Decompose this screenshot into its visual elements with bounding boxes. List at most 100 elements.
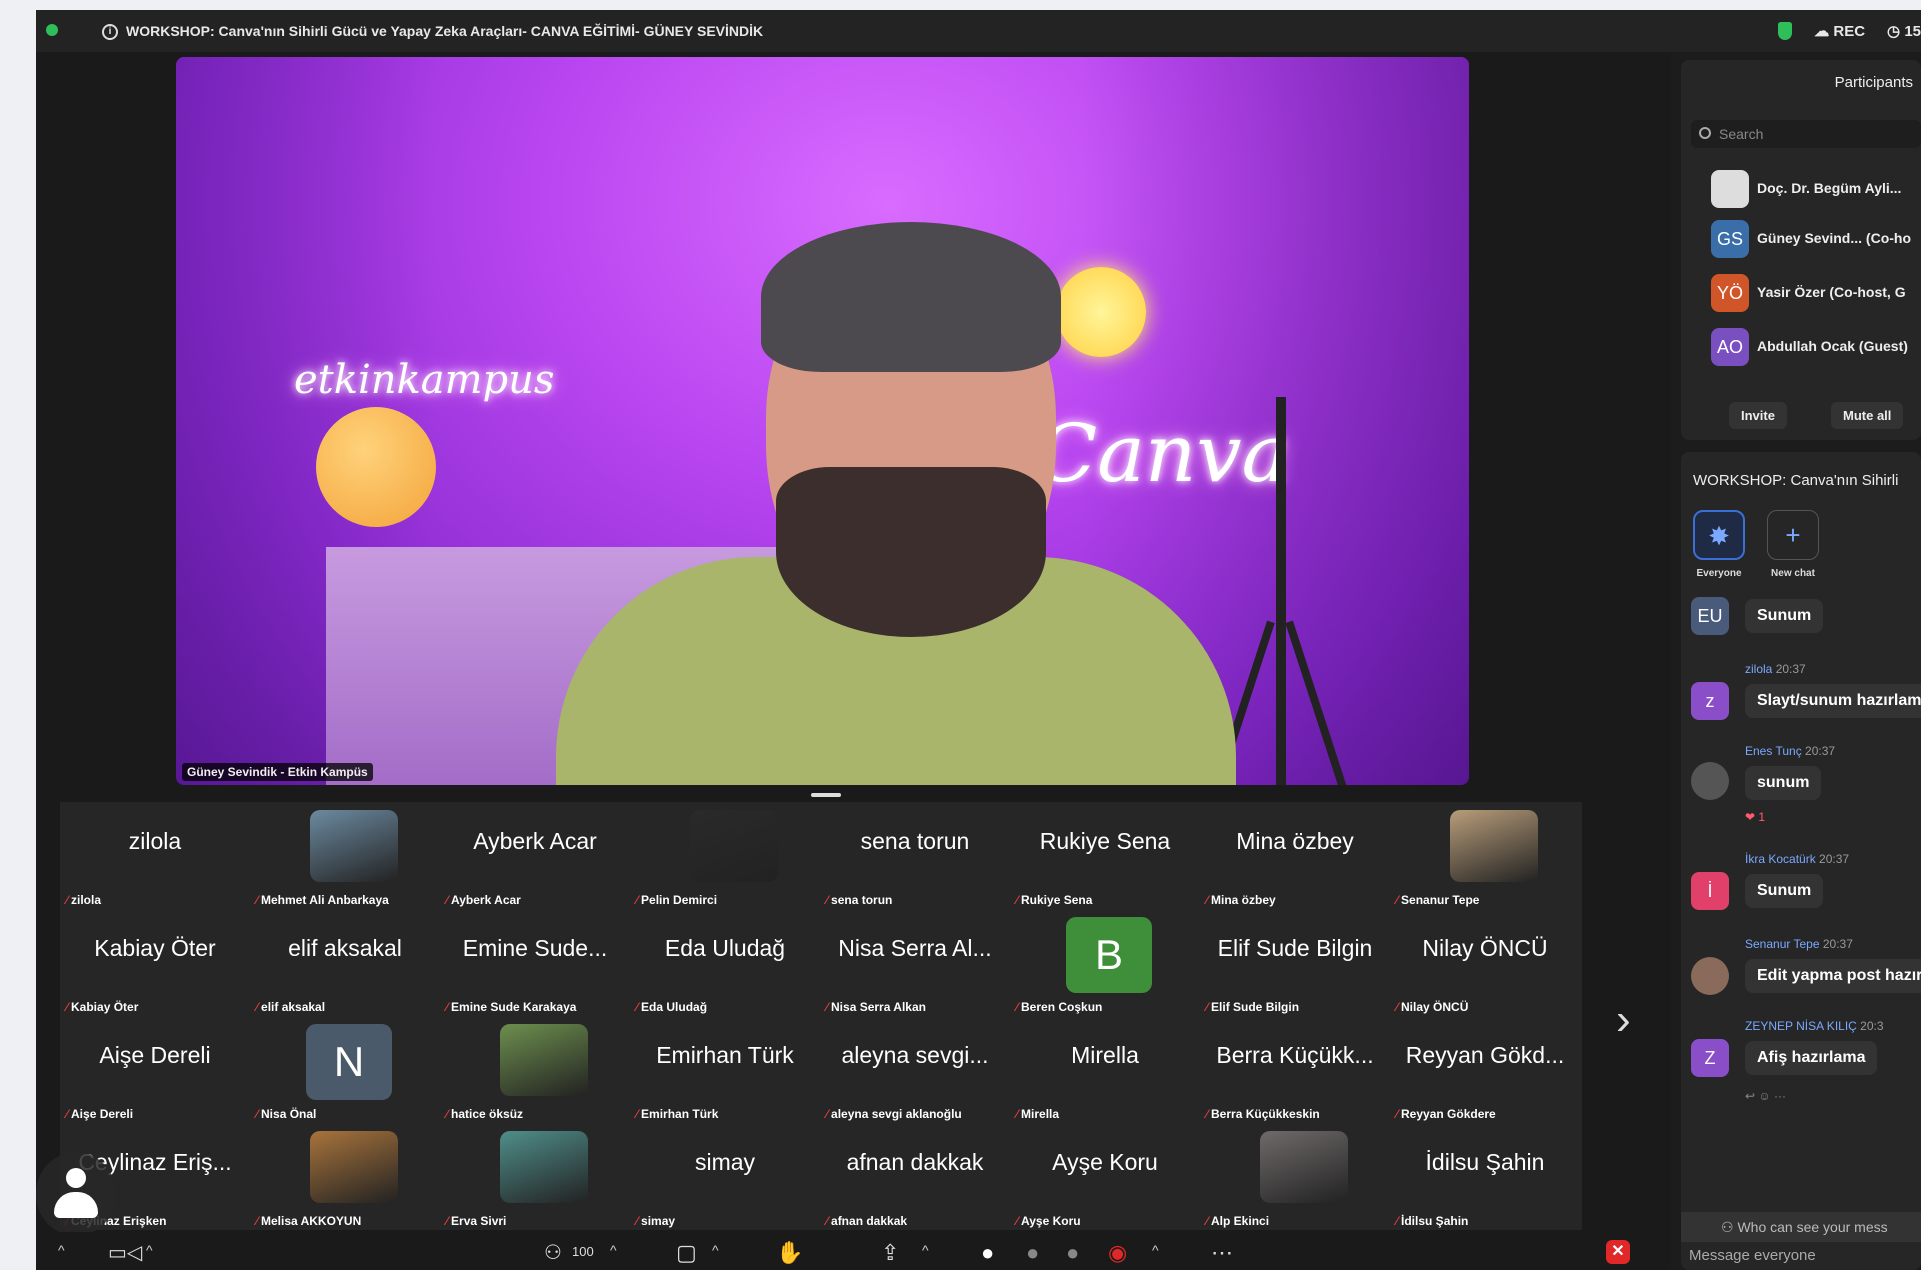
participant-tile[interactable]: Eda Uludağ ⁄ Eda Uludağ <box>630 913 820 1020</box>
participant-tile[interactable]: Emine Sude... ⁄ Emine Sude Karakaya <box>440 913 630 1020</box>
participant-tile[interactable]: B ⁄ Beren Coşkun <box>1010 913 1200 1020</box>
participant-tile[interactable]: Ayşe Koru ⁄ Ayşe Koru <box>1010 1127 1200 1234</box>
tile-name-label: ⁄ aleyna sevgi aklanoğlu <box>826 1107 962 1121</box>
user-body-shape <box>54 1192 98 1218</box>
message-actions[interactable]: ↩ ☺ ··· <box>1745 1089 1786 1103</box>
participant-tile[interactable]: ⁄ Pelin Demirci <box>630 806 820 913</box>
muted-mic-icon: ⁄ <box>256 1214 259 1228</box>
chat-message-input[interactable]: Message everyone <box>1689 1247 1816 1264</box>
apps-icon[interactable]: ● <box>1026 1240 1039 1266</box>
participant-tile[interactable]: N ⁄ Nisa Önal <box>250 1020 440 1127</box>
neon-sign-etkinkampus: etkinkampus <box>294 357 555 403</box>
participant-tile[interactable]: Berra Küçükk... ⁄ Berra Küçükkeskin <box>1200 1020 1390 1127</box>
tile-letter-avatar: B <box>1066 917 1152 993</box>
invite-button[interactable]: Invite <box>1729 402 1787 429</box>
active-speaker-video[interactable]: etkinkampus Canva Güney Sevindik - Etkin… <box>176 57 1469 785</box>
participant-tile[interactable]: afnan dakkak ⁄ afnan dakkak <box>820 1127 1010 1234</box>
next-page-arrow-icon[interactable]: › <box>1616 995 1631 1045</box>
participant-tile[interactable]: ⁄ Mehmet Ali Anbarkaya <box>250 806 440 913</box>
message-text: sunum <box>1745 766 1822 800</box>
chevron-up-icon[interactable]: ^ <box>1152 1242 1159 1258</box>
new-chat-button[interactable]: + <box>1767 510 1819 560</box>
participant-row[interactable]: YÖ Yasir Özer (Co-host, G <box>1691 264 1921 314</box>
tile-profile-photo <box>1260 1131 1348 1203</box>
participant-tile[interactable]: Reyyan Gökd... ⁄ Reyyan Gökdere <box>1390 1020 1580 1127</box>
participant-tile[interactable]: zilola ⁄ zilola <box>60 806 250 913</box>
tile-name-label: ⁄ Mina özbey <box>1206 893 1276 907</box>
muted-mic-icon: ⁄ <box>1206 1214 1209 1228</box>
participant-tile[interactable]: Elif Sude Bilgin ⁄ Elif Sude Bilgin <box>1200 913 1390 1020</box>
reaction-badge[interactable]: ❤ 1 <box>1745 810 1765 824</box>
participant-tile[interactable]: İdilsu Şahin ⁄ İdilsu Şahin <box>1390 1127 1580 1234</box>
self-view-avatar[interactable] <box>36 1152 116 1236</box>
recording-indicator[interactable]: ☁ REC <box>1814 22 1865 40</box>
chat-icon[interactable]: ▢ <box>676 1240 697 1266</box>
chevron-up-icon[interactable]: ^ <box>610 1242 617 1258</box>
record-icon[interactable]: ◉ <box>1108 1240 1127 1266</box>
tile-sub-name: Emirhan Türk <box>641 1107 719 1121</box>
chat-message: ZEYNEP NİSA KILIÇ 20:3 Z Afiş hazırlama … <box>1681 1019 1921 1119</box>
tile-profile-photo <box>500 1131 588 1203</box>
paw-icon: ✸ <box>1708 521 1730 551</box>
participant-tile[interactable]: simay ⁄ simay <box>630 1127 820 1234</box>
raise-hand-icon[interactable]: ✋ <box>776 1240 803 1266</box>
resize-handle[interactable] <box>811 793 841 797</box>
participants-search-input[interactable]: Search <box>1691 120 1921 148</box>
chevron-up-icon[interactable]: ^ <box>922 1242 929 1258</box>
emoji-icon[interactable]: ☺ <box>1758 1089 1770 1103</box>
participant-tile[interactable]: ⁄ Erva Sivri <box>440 1127 630 1234</box>
participant-tile[interactable]: Nisa Serra Al... ⁄ Nisa Serra Alkan <box>820 913 1010 1020</box>
message-text: Sunum <box>1745 599 1824 633</box>
participant-tile[interactable]: Ayberk Acar ⁄ Ayberk Acar <box>440 806 630 913</box>
muted-mic-icon: ⁄ <box>826 1107 829 1121</box>
tile-name-label: ⁄ Nisa Önal <box>256 1107 316 1121</box>
tile-sub-name: Melisa AKKOYUN <box>261 1214 362 1228</box>
tile-sub-name: Kabiay Öter <box>71 1000 139 1014</box>
participant-tile[interactable]: aleyna sevgi... ⁄ aleyna sevgi aklanoğlu <box>820 1020 1010 1127</box>
chevron-up-icon[interactable]: ^ <box>146 1242 153 1258</box>
message-time: 20:3 <box>1860 1019 1884 1033</box>
tile-sub-name: Berra Küçükkeskin <box>1211 1107 1320 1121</box>
participant-tile[interactable]: Mina özbey ⁄ Mina özbey <box>1200 806 1390 913</box>
end-meeting-button[interactable]: ✕ <box>1606 1240 1630 1264</box>
participant-row[interactable]: AO Abdullah Ocak (Guest) <box>1691 318 1921 368</box>
reactions-icon[interactable]: ● <box>981 1240 994 1266</box>
share-screen-icon[interactable]: ⇪ <box>881 1240 899 1266</box>
more-icon[interactable]: ··· <box>1774 1089 1786 1103</box>
video-camera-icon[interactable]: ▭◁ <box>108 1240 142 1265</box>
whiteboard-icon[interactable]: ● <box>1066 1240 1079 1266</box>
chevron-up-icon[interactable]: ^ <box>712 1242 719 1258</box>
participants-icon[interactable]: ⚇ <box>544 1240 562 1265</box>
participant-tile[interactable]: ⁄ Senanur Tepe <box>1390 806 1580 913</box>
participant-tile[interactable]: ⁄ Alp Ekinci <box>1200 1127 1390 1234</box>
participant-row[interactable]: Doç. Dr. Begüm Ayli... <box>1691 160 1921 210</box>
message-sender: Enes Tunç <box>1745 744 1802 758</box>
muted-mic-icon: ⁄ <box>1206 893 1209 907</box>
meeting-title: i WORKSHOP: Canva'nın Sihirli Gücü ve Yap… <box>102 10 763 52</box>
reply-icon[interactable]: ↩ <box>1745 1089 1755 1103</box>
participant-tile[interactable]: Kabiay Öter ⁄ Kabiay Öter <box>60 913 250 1020</box>
window-control-dot[interactable] <box>46 24 58 36</box>
participant-row[interactable]: GS Güney Sevind... (Co-ho <box>1691 210 1921 260</box>
chat-message: Enes Tunç 20:37 sunum ❤ 1 <box>1681 744 1921 844</box>
message-avatar: İ <box>1691 872 1729 910</box>
participant-tile[interactable]: Emirhan Türk ⁄ Emirhan Türk <box>630 1020 820 1127</box>
participant-tile[interactable]: Rukiye Sena ⁄ Rukiye Sena <box>1010 806 1200 913</box>
security-shield-icon[interactable] <box>1778 22 1793 40</box>
chat-everyone-tab[interactable]: ✸ <box>1693 510 1745 560</box>
more-options-icon[interactable]: ⋯ <box>1211 1240 1233 1266</box>
info-icon[interactable]: i <box>102 24 118 41</box>
who-can-see-banner[interactable]: ⚇ Who can see your mess <box>1681 1212 1921 1242</box>
participant-tile[interactable]: Aişe Dereli ⁄ Aişe Dereli <box>60 1020 250 1127</box>
participant-name: Güney Sevind... (Co-ho <box>1757 230 1912 246</box>
mute-all-button[interactable]: Mute all <box>1831 402 1904 429</box>
participant-tile[interactable]: Mirella ⁄ Mirella <box>1010 1020 1200 1127</box>
participant-tile[interactable]: ⁄ Melisa AKKOYUN <box>250 1127 440 1234</box>
participant-tile[interactable]: ⁄ hatice öksüz <box>440 1020 630 1127</box>
participant-tile[interactable]: sena torun ⁄ sena torun <box>820 806 1010 913</box>
chevron-up-icon[interactable]: ^ <box>58 1242 65 1258</box>
tile-name-label: ⁄ Elif Sude Bilgin <box>1206 1000 1299 1014</box>
participant-tile[interactable]: Nilay ÖNCÜ ⁄ Nilay ÖNCÜ <box>1390 913 1580 1020</box>
tile-sub-name: Senanur Tepe <box>1401 893 1480 907</box>
participant-tile[interactable]: elif aksakal ⁄ elif aksakal <box>250 913 440 1020</box>
